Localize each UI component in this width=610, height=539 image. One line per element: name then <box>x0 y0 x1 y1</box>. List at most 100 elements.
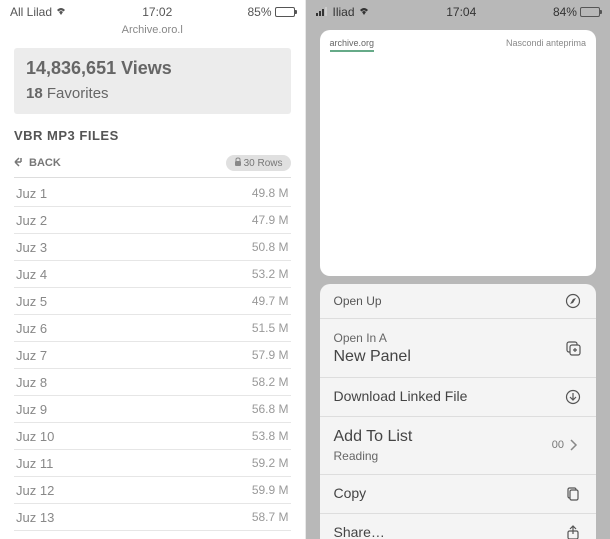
file-size: 49.8 M <box>252 186 289 200</box>
status-time: 17:02 <box>142 5 172 19</box>
menu-download[interactable]: Download Linked File <box>320 378 597 417</box>
file-row[interactable]: Juz 3 50.8 M <box>14 234 291 261</box>
file-row[interactable]: Juz 5 49.7 M <box>14 288 291 315</box>
context-menu: Open Up Open In A New Panel Download Lin… <box>320 284 597 539</box>
menu-open-panel-label: Open In A New Panel <box>334 329 411 367</box>
views-number: 14,836,651 <box>26 58 116 78</box>
file-row[interactable]: Juz 2 47.9 M <box>14 207 291 234</box>
status-bar-right: Iliad 17:04 84% <box>306 0 610 22</box>
file-row[interactable]: Juz 13 58.7 M <box>14 504 291 531</box>
back-arrow-icon <box>14 157 26 170</box>
menu-share-label: Share… <box>334 524 385 539</box>
back-label: BACK <box>29 157 61 169</box>
add-list-trail: 00 <box>552 439 564 451</box>
file-name: Juz 3 <box>16 240 47 255</box>
file-size: 50.8 M <box>252 240 289 254</box>
file-size: 49.7 M <box>252 294 289 308</box>
menu-copy[interactable]: Copy <box>320 475 597 514</box>
menu-copy-label: Copy <box>334 485 367 503</box>
status-battery: 85% <box>247 5 294 19</box>
file-row[interactable]: Juz 1 49.8 M <box>14 180 291 207</box>
add-list-line2: Reading <box>334 449 379 463</box>
files-section: VBR MP3 FILES BACK 30 Rows Juz 149.8 MJu… <box>14 128 291 539</box>
file-name: Juz 12 <box>16 483 54 498</box>
signal-icon <box>316 5 330 19</box>
status-time-right: 17:04 <box>446 5 476 19</box>
menu-open-up[interactable]: Open Up <box>320 284 597 319</box>
carrier-label: All Lilad <box>10 5 52 19</box>
preview-title: archive.org <box>330 38 375 52</box>
battery-icon <box>275 7 295 17</box>
rows-badge[interactable]: 30 Rows <box>226 155 291 171</box>
file-name: Juz 1 <box>16 186 47 201</box>
file-row[interactable]: Juz 7 57.9 M <box>14 342 291 369</box>
menu-add-list[interactable]: Add To List Reading 00 <box>320 417 597 476</box>
favs-number: 18 <box>26 85 43 102</box>
battery-label: 85% <box>247 5 271 19</box>
preview-header: archive.org Nascondi anteprima <box>330 38 587 52</box>
add-list-line1: Add To List <box>334 428 413 445</box>
file-row[interactable]: Juz 8 58.2 M <box>14 369 291 396</box>
file-row[interactable]: Juz 1259.9 M <box>14 477 291 504</box>
file-row[interactable]: Juz 11 59.2 M <box>14 450 291 477</box>
views-label: Views <box>121 58 172 78</box>
file-size: 53.2 M <box>252 267 289 281</box>
file-name: Juz 6 <box>16 321 47 336</box>
views-count: 14,836,651 Views <box>26 58 279 79</box>
file-name: Juz 8 <box>16 375 47 390</box>
download-icon <box>564 388 582 406</box>
favs-label: Favorites <box>47 85 109 102</box>
file-size: 56.8 M <box>252 402 289 416</box>
open-panel-line2: New Panel <box>334 348 411 365</box>
status-battery-right: 84% <box>553 5 600 19</box>
file-name: Juz 11 <box>16 456 53 471</box>
share-icon <box>564 524 582 539</box>
file-size: 47.9 M <box>252 213 289 227</box>
file-name: Juz 5 <box>16 294 47 309</box>
status-bar: All Lilad 17:02 85% <box>0 0 305 22</box>
status-carrier: All Lilad <box>10 5 67 19</box>
address-bar: Archive.oro.l <box>0 22 305 42</box>
back-button[interactable]: BACK <box>14 157 61 170</box>
menu-add-list-label: Add To List Reading <box>334 427 413 465</box>
menu-download-label: Download Linked File <box>334 388 468 406</box>
file-size: 59.2 M <box>252 456 289 470</box>
files-header: VBR MP3 FILES <box>14 128 291 143</box>
lock-icon <box>234 157 242 169</box>
files-controls: BACK 30 Rows <box>14 155 291 178</box>
copy-icon <box>564 485 582 503</box>
file-row[interactable]: Juz 1453.2 M <box>14 531 291 539</box>
wifi-icon <box>55 5 67 19</box>
stats-card: 14,836,651 Views 18 Favorites <box>14 48 291 114</box>
chevron-right-icon: 00 <box>552 436 582 454</box>
hide-preview-link[interactable]: Nascondi anteprima <box>506 38 586 52</box>
file-row[interactable]: Juz 9 56.8 M <box>14 396 291 423</box>
battery-label-right: 84% <box>553 5 577 19</box>
file-list: Juz 1 49.8 M Juz 2 47.9 M Juz 3 50.8 M Juz 4 53… <box>14 180 291 539</box>
menu-open-up-label: Open Up <box>334 294 382 309</box>
file-name: Juz 2 <box>16 213 47 228</box>
menu-open-panel[interactable]: Open In A New Panel <box>320 319 597 378</box>
rows-label: 30 Rows <box>244 158 283 169</box>
file-size: 58.7 M <box>252 510 289 524</box>
status-carrier-right: Iliad <box>316 5 370 19</box>
file-name: Juz 7 <box>16 348 47 363</box>
file-size: 51.5 M <box>252 321 289 335</box>
file-size: 53.8 M <box>252 429 289 443</box>
left-screen: All Lilad 17:02 85% Archive.oro.l 14,836… <box>0 0 306 539</box>
file-row[interactable]: Juz 6 51.5 M <box>14 315 291 342</box>
file-row[interactable]: Juz 1053.8 M <box>14 423 291 450</box>
right-screen: Iliad 17:04 84% archive.org Nascondi ant… <box>306 0 610 539</box>
menu-share[interactable]: Share… <box>320 514 597 539</box>
wifi-icon-right <box>358 5 370 19</box>
compass-icon <box>564 292 582 310</box>
file-name: Juz 4 <box>16 267 47 282</box>
file-size: 58.2 M <box>252 375 289 389</box>
file-name: Juz 9 <box>16 402 47 417</box>
open-panel-line1: Open In A <box>334 331 387 345</box>
file-name: Juz 13 <box>16 510 54 525</box>
file-size: 57.9 M <box>252 348 289 362</box>
carrier-label-right: Iliad <box>333 5 355 19</box>
favorites-count: 18 Favorites <box>26 85 279 102</box>
file-row[interactable]: Juz 4 53.2 M <box>14 261 291 288</box>
